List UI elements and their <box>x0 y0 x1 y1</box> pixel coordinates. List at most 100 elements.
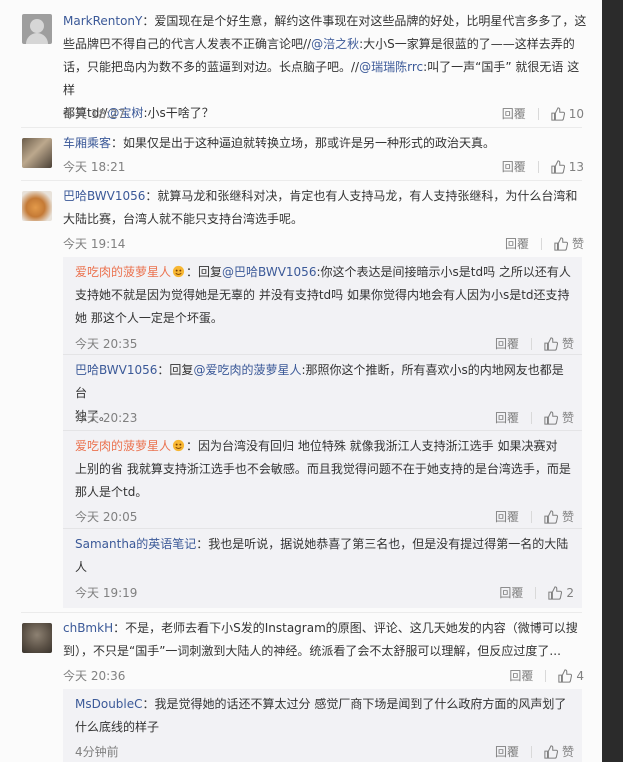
divider <box>530 510 532 523</box>
reply-time: 今天 20:23 <box>75 411 138 425</box>
thumbs-up-icon <box>544 336 558 351</box>
like-button[interactable]: 赞 <box>544 335 574 352</box>
reply-item: 巴哈BWV1056：回复@爱吃肉的菠萝星人:那照你这个推断，所有喜欢小s的内地网… <box>63 355 582 430</box>
reply-thread: 爱吃肉的菠萝星人 ：回复@巴哈BWV1056:你这个表达是间接暗示小s是td吗 之… <box>63 257 582 608</box>
like-button[interactable]: 赞 <box>544 409 574 426</box>
reply-text: MsDoubleC：我是觉得她的话还不算太过分 感觉厂商下场是闻到了什么政府方面… <box>75 697 567 734</box>
like-count: 赞 <box>561 745 574 759</box>
like-button[interactable]: 13 <box>551 160 584 174</box>
comment-username[interactable]: 车厢乘客 <box>63 136 111 150</box>
reply-time: 今天 20:35 <box>75 337 138 351</box>
divider <box>537 160 539 173</box>
divider <box>537 107 539 120</box>
reply-item: Samantha的英语笔记：我也是听说，据说她恭喜了第三名也，但是没有提过得第一… <box>63 529 582 608</box>
comment-item: MarkRentonY：爱国现在是个好生意，解约这件事现在对这些品牌的好处，比明… <box>0 0 602 128</box>
thumbs-up-icon <box>558 668 573 683</box>
vip-badge-icon <box>172 265 185 278</box>
like-button[interactable]: 赞 <box>544 743 574 760</box>
reply-button[interactable]: 回覆 <box>502 105 526 122</box>
reply-item: MsDoubleC：我是觉得她的话还不算太过分 感觉厂商下场是闻到了什么政府方面… <box>63 689 582 762</box>
like-count: 10 <box>568 106 584 121</box>
mention-link[interactable]: @巴哈BWV1056 <box>222 265 316 279</box>
reply-button[interactable]: 回覆 <box>495 335 519 352</box>
reply-item: 爱吃肉的菠萝星人 ：回复@巴哈BWV1056:你这个表达是间接暗示小s是td吗 之… <box>63 257 582 354</box>
divider <box>530 745 532 758</box>
comment-time: 今天 18:21 <box>63 160 126 174</box>
comment-actions: 回覆 10 <box>502 105 584 122</box>
reply-button[interactable]: 回覆 <box>495 508 519 525</box>
thumbs-up-icon <box>551 159 565 174</box>
comment-actions: 回覆 赞 <box>505 235 584 252</box>
reply-thread: MsDoubleC：我是觉得她的话还不算太过分 感觉厂商下场是闻到了什么政府方面… <box>63 689 582 762</box>
comment-text: chBmkH：不是，老师去看下小S发的Instagram的原图、评论、这几天她发… <box>63 621 578 658</box>
reply-actions: 回覆 赞 <box>495 508 574 525</box>
like-count: 2 <box>566 585 574 600</box>
comment-item: chBmkH：不是，老师去看下小S发的Instagram的原图、评论、这几天她发… <box>0 613 602 685</box>
thumbs-up-icon <box>548 585 563 600</box>
comment-username[interactable]: MarkRentonY <box>63 14 142 28</box>
reply-username[interactable]: MsDoubleC <box>75 697 143 711</box>
reply-actions: 回覆 赞 <box>495 409 574 426</box>
reply-time: 今天 19:19 <box>75 586 138 600</box>
reply-time: 今天 20:05 <box>75 510 138 524</box>
comment-text: 车厢乘客：如果仅是出于这种逼迫就转换立场，那或许是另一种形式的政治天真。 <box>63 136 496 150</box>
divider <box>545 669 547 682</box>
reply-actions: 回覆 赞 <box>495 743 574 760</box>
comment-item: 巴哈BWV1056：就算马龙和张继科对决，肯定也有人支持马龙，有人支持张继科，为… <box>0 181 602 253</box>
like-count: 赞 <box>561 337 574 351</box>
reply-actions: 回覆 赞 <box>495 335 574 352</box>
thumbs-up-icon <box>554 236 568 251</box>
like-button[interactable]: 赞 <box>554 235 584 252</box>
reply-button[interactable]: 回覆 <box>495 409 519 426</box>
reply-button[interactable]: 回覆 <box>505 235 529 252</box>
reply-button[interactable]: 回覆 <box>495 743 519 760</box>
like-button[interactable]: 赞 <box>544 508 574 525</box>
like-count: 赞 <box>561 411 574 425</box>
comment-username[interactable]: chBmkH <box>63 621 113 635</box>
avatar[interactable] <box>22 191 52 221</box>
comment-time: 今天 18:27 <box>63 107 126 121</box>
divider <box>540 237 542 250</box>
like-count: 13 <box>568 159 584 174</box>
reply-username[interactable]: 爱吃肉的菠萝星人 <box>75 265 171 279</box>
reply-time: 4分钟前 <box>75 745 119 759</box>
reply-button[interactable]: 回覆 <box>502 158 526 175</box>
thumbs-up-icon <box>544 410 558 425</box>
page-background-edge <box>602 0 623 762</box>
reply-username[interactable]: 巴哈BWV1056 <box>75 363 157 377</box>
like-button[interactable]: 4 <box>558 669 584 683</box>
comment-username[interactable]: 巴哈BWV1056 <box>63 189 145 203</box>
reply-text: 爱吃肉的菠萝星人 ：回复@巴哈BWV1056:你这个表达是间接暗示小s是td吗 之… <box>75 265 571 325</box>
mention-link[interactable]: @涪之秋 <box>311 37 359 51</box>
reply-button[interactable]: 回覆 <box>499 584 523 601</box>
reply-item: 爱吃肉的菠萝星人 ：因为台湾没有回归 地位特殊 就像我浙江人支持浙江选手 如果决赛… <box>63 431 582 528</box>
avatar[interactable] <box>22 14 52 44</box>
divider <box>530 411 532 424</box>
reply-username[interactable]: Samantha的英语笔记 <box>75 537 196 551</box>
like-button[interactable]: 10 <box>551 107 584 121</box>
comment-actions: 回覆 4 <box>509 667 584 684</box>
comment-text: 巴哈BWV1056：就算马龙和张继科对决，肯定也有人支持马龙，有人支持张继科，为… <box>63 189 578 226</box>
comment-time: 今天 20:36 <box>63 669 126 683</box>
reply-actions: 回覆 2 <box>499 584 574 601</box>
like-button[interactable]: 2 <box>548 586 574 600</box>
thumbs-up-icon <box>544 509 558 524</box>
divider <box>535 586 537 599</box>
mention-link[interactable]: @爱吃肉的菠萝星人 <box>193 363 301 377</box>
like-count: 赞 <box>561 510 574 524</box>
comment-panel: MarkRentonY：爱国现在是个好生意，解约这件事现在对这些品牌的好处，比明… <box>0 0 602 762</box>
reply-button[interactable]: 回覆 <box>509 667 533 684</box>
reply-username[interactable]: 爱吃肉的菠萝星人 <box>75 439 171 453</box>
avatar[interactable] <box>22 138 52 168</box>
like-count: 赞 <box>571 237 584 251</box>
comment-time: 今天 19:14 <box>63 237 126 251</box>
avatar[interactable] <box>22 623 52 653</box>
comment-actions: 回覆 13 <box>502 158 584 175</box>
reply-text: Samantha的英语笔记：我也是听说，据说她恭喜了第三名也，但是没有提过得第一… <box>75 537 569 574</box>
reply-text: 爱吃肉的菠萝星人 ：因为台湾没有回归 地位特殊 就像我浙江人支持浙江选手 如果决赛… <box>75 439 571 499</box>
vip-badge-icon <box>172 439 185 452</box>
thumbs-up-icon <box>544 744 558 759</box>
mention-link[interactable]: @瑞瑞陈rrc <box>359 60 423 74</box>
thumbs-up-icon <box>551 106 565 121</box>
divider <box>530 337 532 350</box>
